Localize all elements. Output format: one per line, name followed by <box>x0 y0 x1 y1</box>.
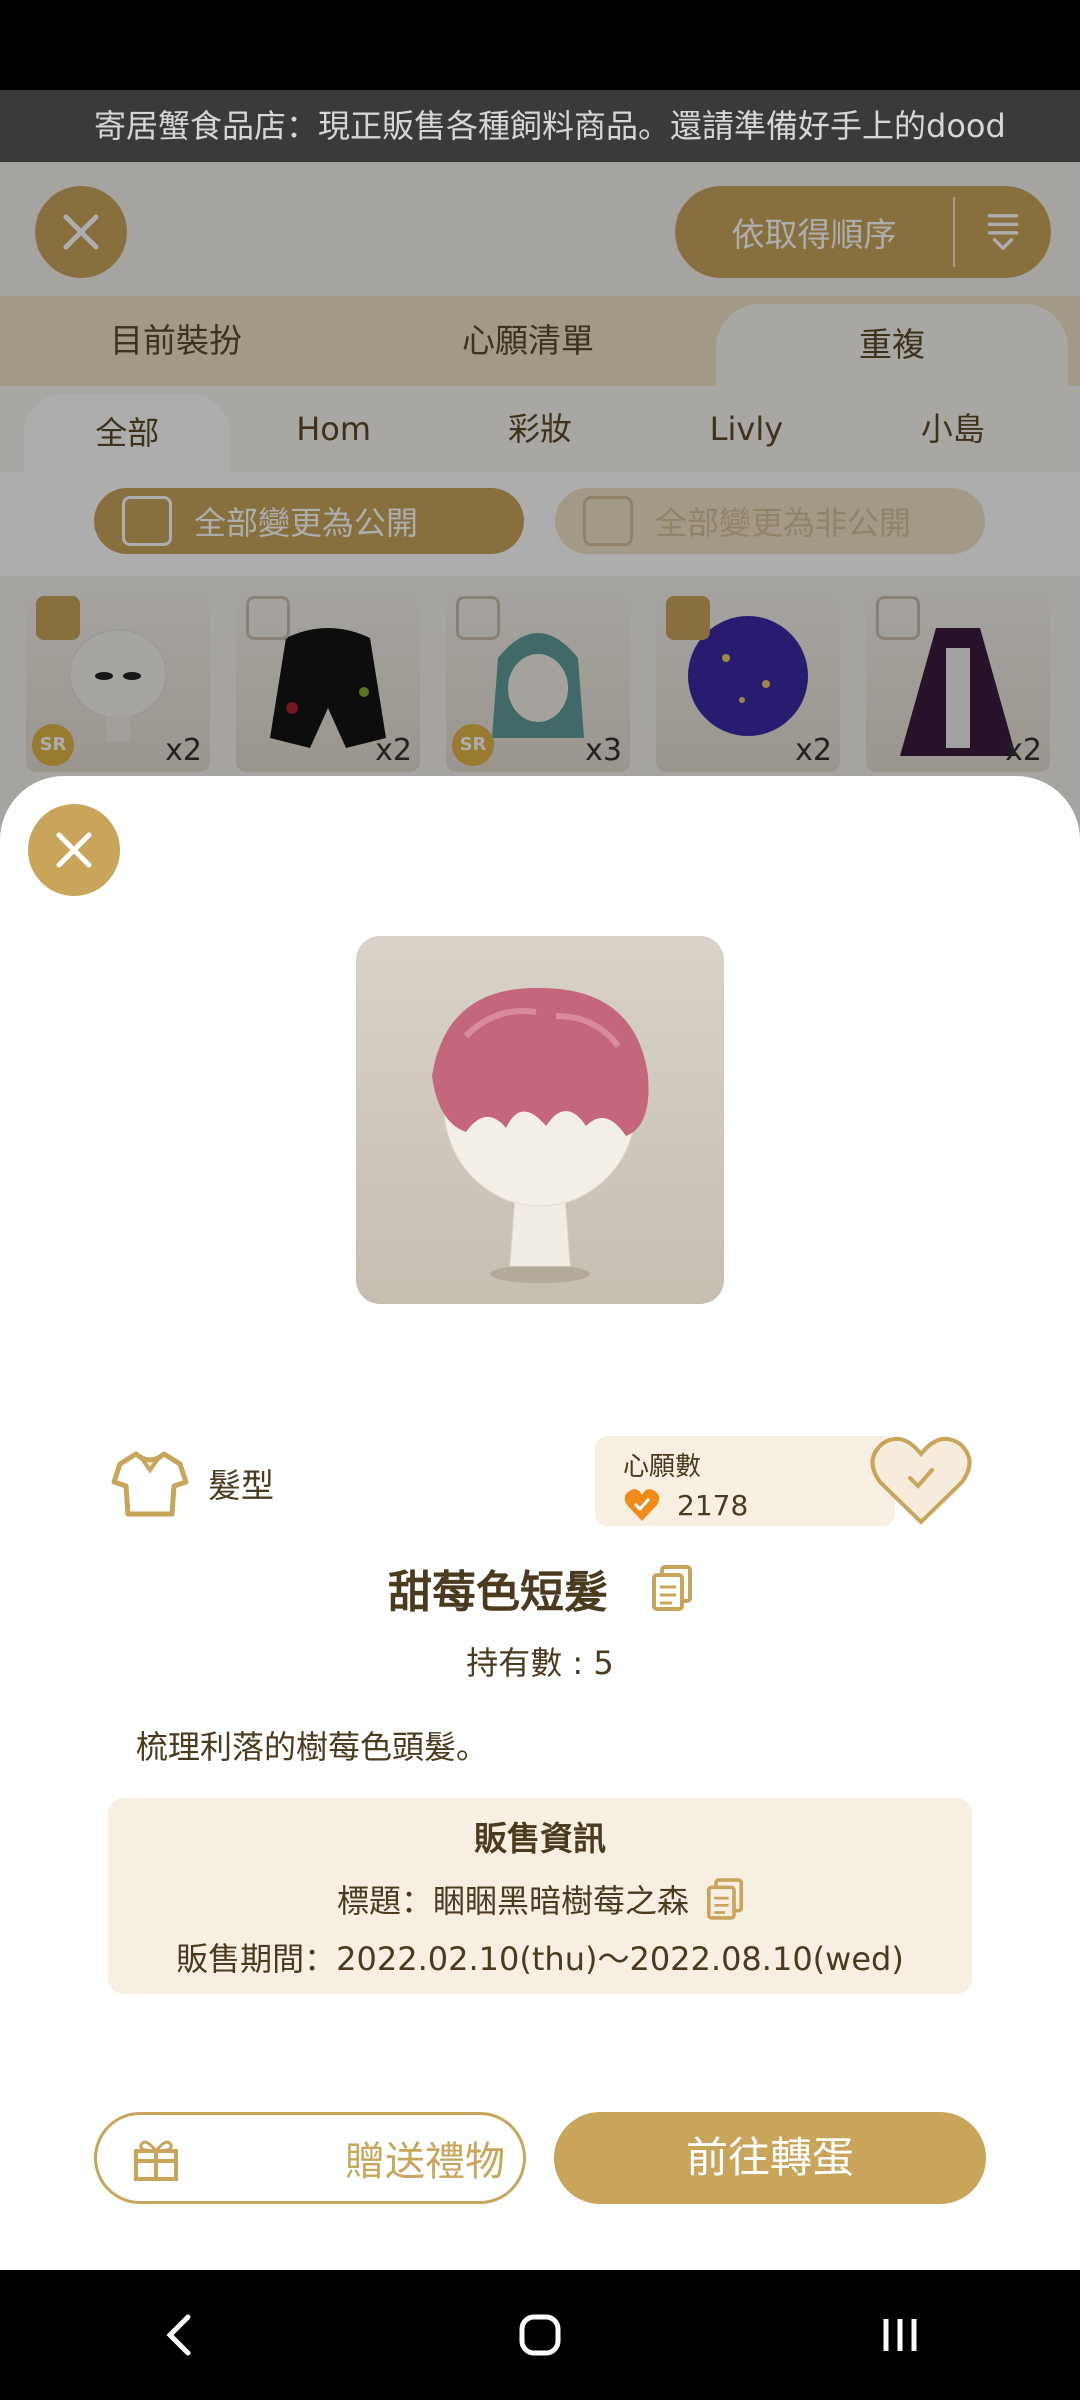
send-gift-button[interactable]: 贈送禮物 <box>94 2112 526 2204</box>
status-bar <box>0 0 1080 90</box>
item-description: 梳理利落的樹莓色頭髮。 <box>136 1728 489 1766</box>
wishlist-heart-button[interactable] <box>870 1434 972 1526</box>
sale-info-heading: 販售資訊 <box>474 1819 606 1858</box>
sale-period: 販售期間：2022.02.10(thu)～2022.08.10(wed) <box>176 1940 904 1978</box>
category: 髮型 <box>110 1448 274 1518</box>
sale-info-panel: 販售資訊 標題：睏睏黑暗樹莓之森 販售期間：2022.02.10(thu)～20… <box>108 1798 972 1994</box>
category-label: 髮型 <box>208 1466 274 1505</box>
item-name: 甜莓色短髮 <box>388 1567 608 1618</box>
wishlist-count-box: 心願數 2178 <box>595 1436 895 1526</box>
system-nav-bar <box>0 2270 1080 2400</box>
home-icon[interactable] <box>510 2305 570 2365</box>
send-gift-label: 贈送禮物 <box>345 2139 505 2185</box>
gift-icon <box>134 2140 178 2181</box>
wishlist-count: 2178 <box>677 1488 749 1522</box>
copy-icon[interactable] <box>652 1565 692 1611</box>
back-icon[interactable] <box>150 2305 210 2365</box>
item-detail-sheet: 髮型 心願數 2178 甜莓色短髮 持有數 : 5 梳理利落的樹莓色頭髮。 販售… <box>0 776 1080 2270</box>
shirt-icon <box>111 1451 189 1517</box>
recents-icon[interactable] <box>870 2305 930 2365</box>
ticker-text: 寄居蟹食品店：現正販售各種飼料商品。還請準備好手上的dood <box>94 107 1006 145</box>
heart-check-icon <box>624 1489 660 1521</box>
owned-count: 持有數 : 5 <box>466 1644 614 1682</box>
sale-title: 標題：睏睏黑暗樹莓之森 <box>336 1882 689 1920</box>
go-to-gacha-button[interactable]: 前往轉蛋 <box>554 2112 986 2204</box>
item-name-row: 甜莓色短髮 <box>0 1556 1080 1620</box>
close-detail-button[interactable] <box>28 804 120 896</box>
item-preview-image <box>356 936 724 1304</box>
news-ticker: 寄居蟹食品店：現正販售各種飼料商品。還請準備好手上的dood <box>0 90 1080 162</box>
close-icon <box>56 832 92 868</box>
copy-icon[interactable] <box>707 1878 743 1920</box>
wishlist-label: 心願數 <box>623 1452 702 1482</box>
